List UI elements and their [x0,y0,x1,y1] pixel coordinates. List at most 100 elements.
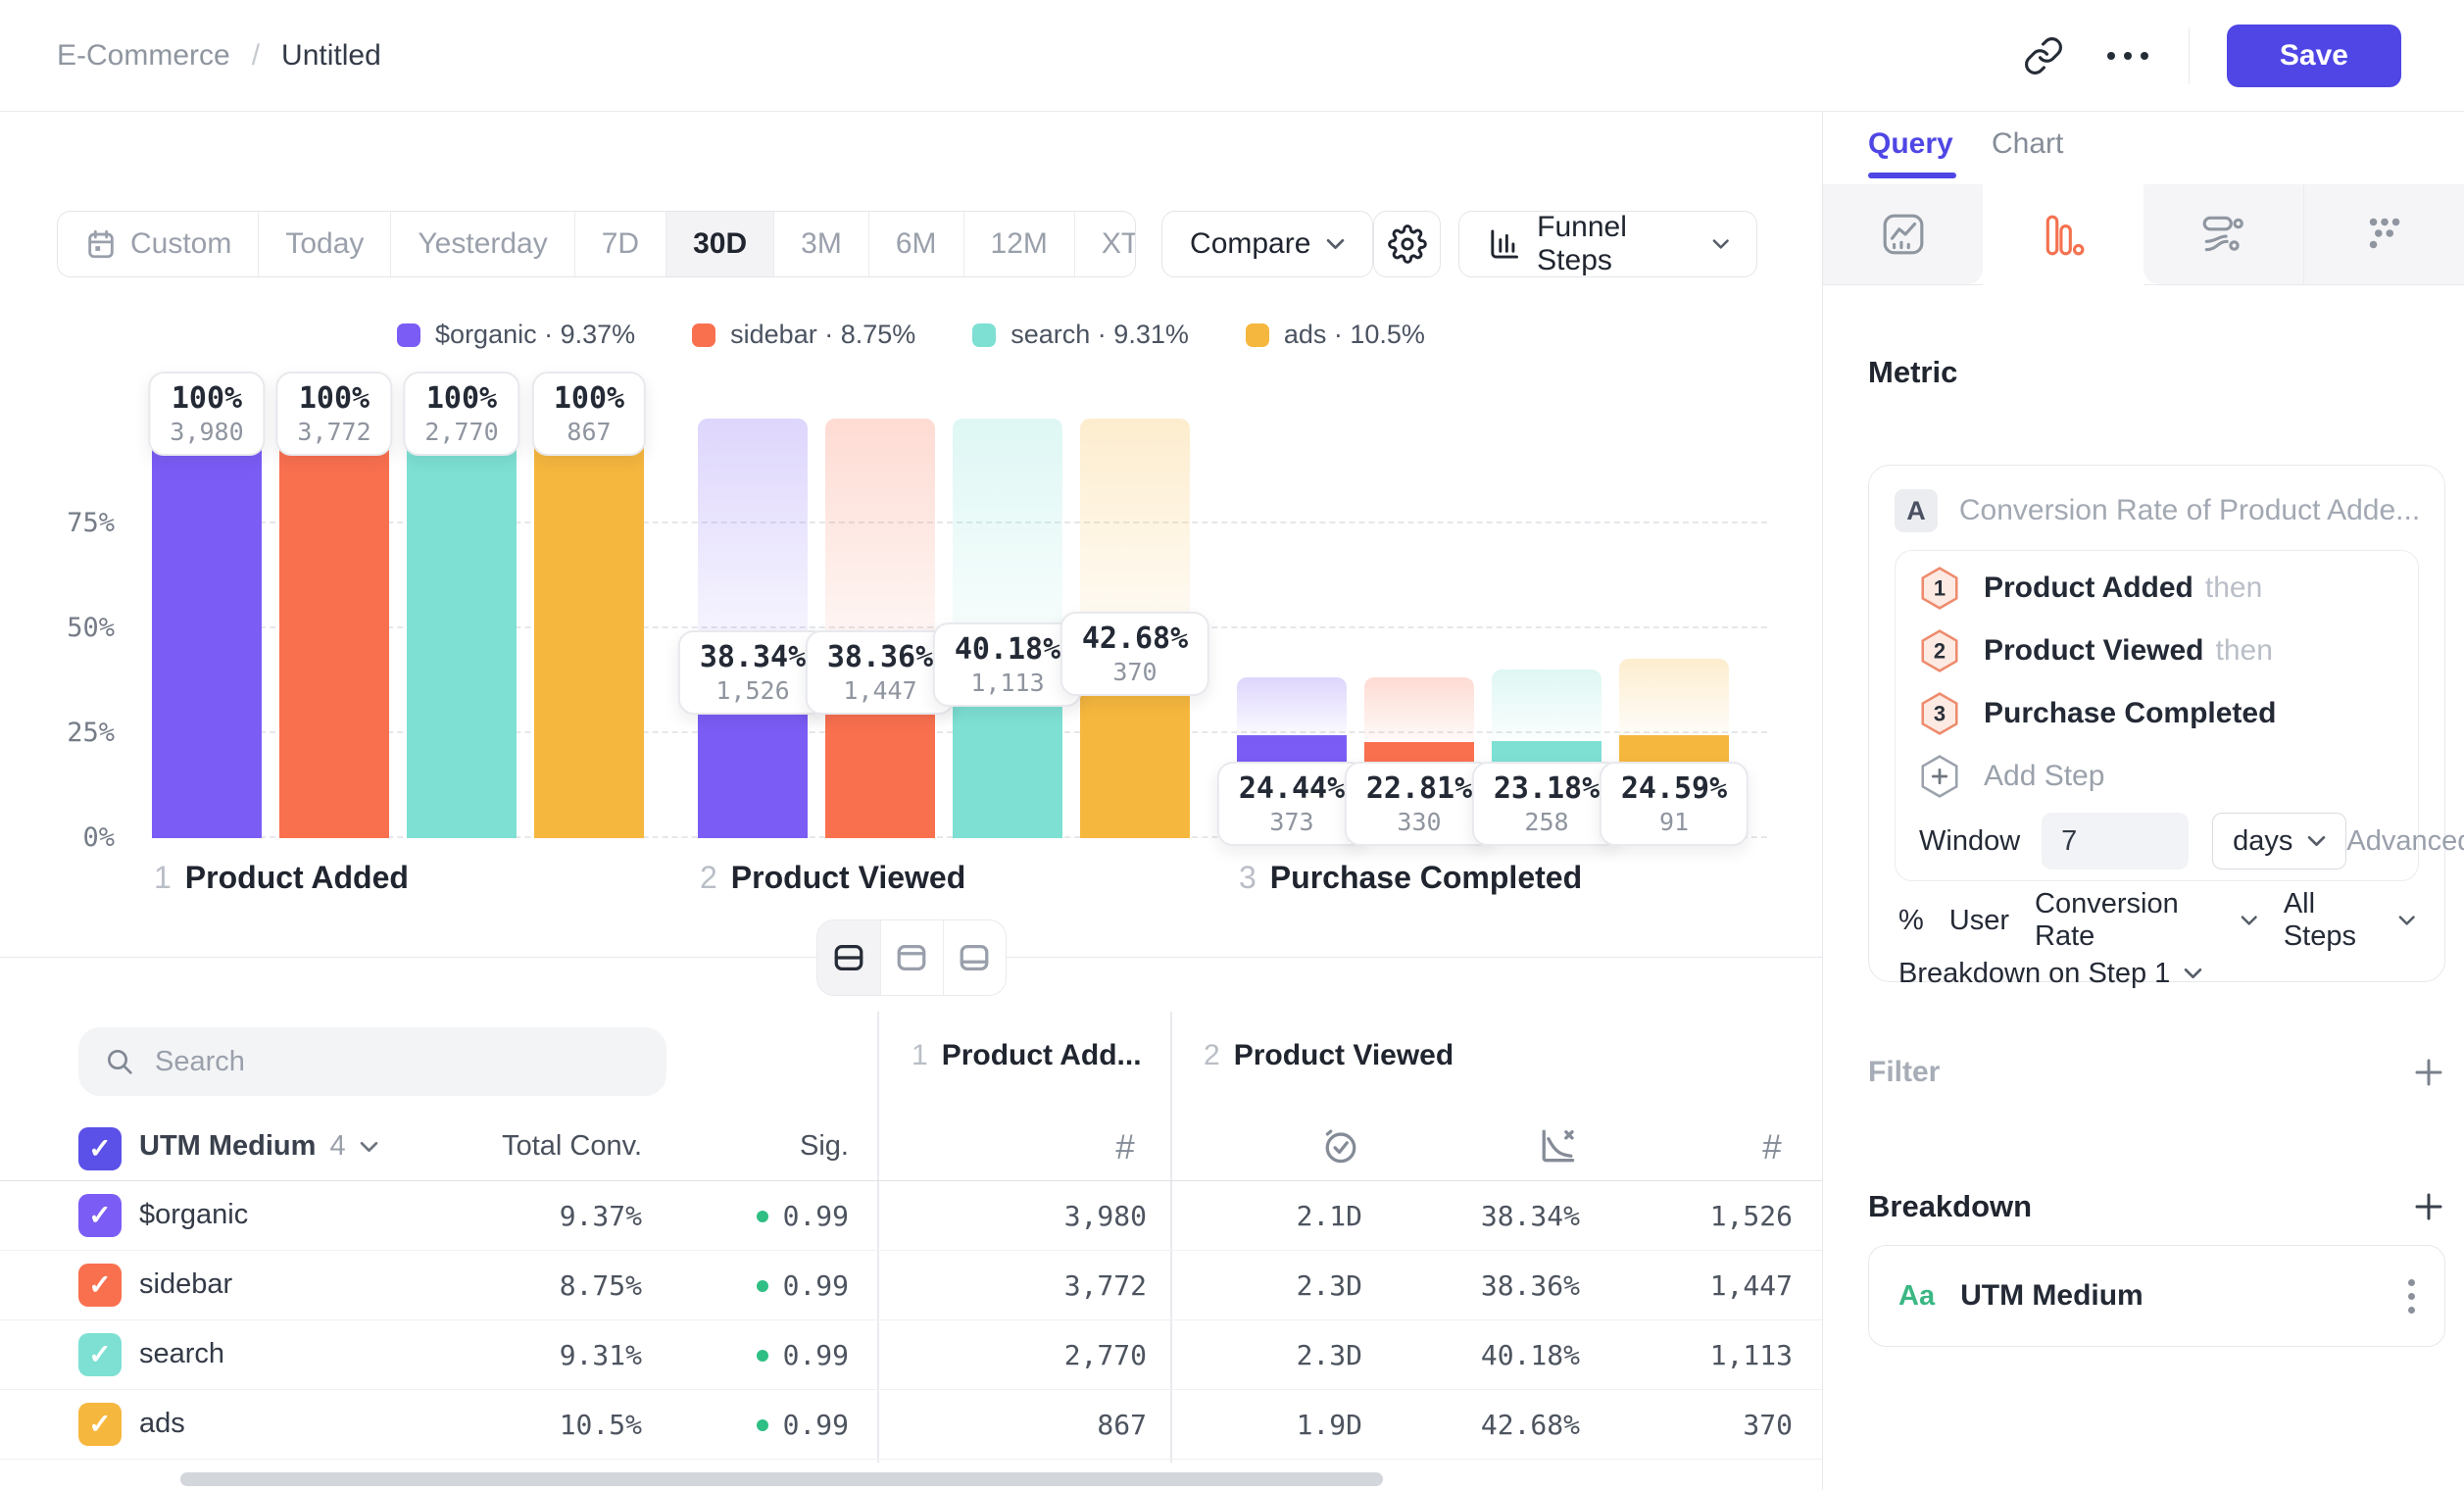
conversion-rate-toggle[interactable] [1508,1124,1606,1167]
metric-step-2[interactable]: 2Product Viewedthen [1896,620,2418,682]
table-row-sidebar[interactable]: ✓sidebar8.75%0.993,7722.3D38.36%1,447 [0,1251,1822,1320]
table-cell: 40.18% [1335,1339,1580,1371]
bar-sidebar-step1[interactable]: 100%3,772 [279,419,389,838]
table-cell: 2.1D [1117,1200,1362,1232]
sig-value: 0.99 [783,1409,849,1441]
time-to-convert-toggle[interactable] [1292,1124,1390,1167]
layout-chart-only-button[interactable] [880,920,943,995]
bar-pct-label: 38.36% [827,640,933,674]
date-range-today[interactable]: Today [258,212,390,276]
step-name: Product Added [185,860,409,895]
table-row-ads[interactable]: ✓ads10.5%0.998671.9D42.68%370 [0,1390,1822,1460]
metric-step-1[interactable]: 1Product Addedthen [1896,557,2418,620]
bar-ads-step1[interactable]: 100%867 [534,419,644,838]
bar-organic-step2[interactable]: 38.34%1,526 [698,419,808,838]
tab-chart[interactable]: Chart [1992,127,2063,161]
date-range-7d[interactable]: 7D [574,212,665,276]
select-all-checkbox[interactable]: ✓ [78,1127,122,1170]
more-options-button[interactable] [2104,32,2151,79]
bar-search-step1[interactable]: 100%2,770 [407,419,517,838]
add-breakdown-button[interactable] [2412,1190,2445,1223]
date-range-12m[interactable]: 12M [963,212,1074,276]
metric-step-3[interactable]: 3Purchase Completed [1896,682,2418,745]
compare-button[interactable]: Compare [1161,211,1373,277]
legend-item-ads[interactable]: ads · 10.5% [1246,320,1425,350]
date-range-6m[interactable]: 6M [868,212,963,276]
layout-split-button[interactable] [817,920,880,995]
breadcrumb-title[interactable]: Untitled [281,39,381,73]
bar-search-step3[interactable]: 23.18%258 [1492,419,1602,838]
measured-scope-label: All Steps [2284,888,2387,953]
search-input[interactable] [155,1046,641,1078]
table-cell: 3,980 [902,1200,1147,1232]
date-range-yesterday[interactable]: Yesterday [390,212,573,276]
breakdown-on-dropdown[interactable]: Breakdown on Step 1 [1895,948,2419,999]
bar-organic-step3[interactable]: 24.44%373 [1237,419,1347,838]
legend-swatch [1246,323,1269,347]
breakdown-property-card[interactable]: Aa UTM Medium [1868,1245,2445,1347]
bar-ads-step2[interactable]: 42.68%370 [1080,419,1190,838]
bar-sidebar-step3[interactable]: 22.81%330 [1364,419,1474,838]
add-filter-button[interactable] [2412,1056,2445,1089]
add-step-button[interactable]: Add Step [1896,745,2418,808]
breakdown-column-header[interactable]: UTM Medium 4 [139,1130,378,1163]
save-button[interactable]: Save [2227,25,2401,87]
table-row-search[interactable]: ✓search9.31%0.992,7702.3D40.18%1,113 [0,1320,1822,1390]
metric-label: Conversion Rate of Product Adde... [1959,494,2419,527]
column-group-label: Product Viewed [1234,1039,1454,1071]
bar-sidebar-step2[interactable]: 38.36%1,447 [825,419,935,838]
window-value-input[interactable] [2042,813,2189,869]
window-unit-select[interactable]: days [2212,813,2346,869]
count-metric-toggle[interactable]: # [1076,1124,1174,1171]
measured-scope-dropdown[interactable]: All Steps [2284,888,2415,953]
date-range-xtd[interactable]: XTD [1074,212,1136,276]
chart-type-flow[interactable] [2144,184,2303,284]
row-checkbox[interactable]: ✓ [78,1403,122,1446]
copy-link-button[interactable] [2020,32,2067,79]
row-checkbox[interactable]: ✓ [78,1264,122,1307]
layout-table-only-button[interactable] [943,920,1006,995]
count-metric-toggle[interactable]: # [1723,1124,1821,1171]
bar-count-label: 258 [1494,808,1600,836]
advanced-dropdown[interactable]: Advanced [2346,825,2464,858]
date-range-30d[interactable]: 30D [665,212,773,276]
bar-search-step2[interactable]: 40.18%1,113 [953,419,1062,838]
sig-header[interactable]: Sig. [653,1130,849,1163]
legend-item-sidebar[interactable]: sidebar · 8.75% [692,320,915,350]
date-range-custom[interactable]: Custom [58,212,258,276]
legend-item-organic[interactable]: $organic · 9.37% [397,320,635,350]
funnel-chart-icon [1487,225,1521,263]
row-checkbox[interactable]: ✓ [78,1194,122,1237]
table-row-organic[interactable]: ✓$organic9.37%0.993,9802.1D38.34%1,526 [0,1181,1822,1251]
breadcrumb-project[interactable]: E-Commerce [57,39,230,73]
chart-view-selector[interactable]: Funnel Steps [1458,211,1757,277]
date-range-3m[interactable]: 3M [773,212,868,276]
horizontal-scrollbar[interactable] [180,1472,1383,1486]
bar-pct-label: 24.44% [1239,771,1345,806]
chart-settings-button[interactable] [1373,211,1441,277]
bar-organic-step1[interactable]: 100%3,980 [152,419,262,838]
chevron-down-icon [2184,968,2202,979]
tab-query[interactable]: Query [1868,127,1953,161]
table-cell: 2.3D [1117,1269,1362,1302]
measured-metric-dropdown[interactable]: Conversion Rate [2035,888,2258,953]
chart-view-label: Funnel Steps [1537,211,1696,277]
table-cell: 38.34% [1335,1200,1580,1232]
chart-type-journeys[interactable] [2303,184,2464,284]
metric-label-row[interactable]: A Conversion Rate of Product Adde... [1895,487,2419,534]
column-group-step2[interactable]: 2Product Viewed [1204,1039,1454,1072]
chart-type-line[interactable] [1823,184,1983,284]
bar-ads-step3[interactable]: 24.59%91 [1619,419,1729,838]
top-bar: E-Commerce / Untitled Save [0,0,2464,112]
measured-entity[interactable]: User [1949,905,2009,937]
row-checkbox[interactable]: ✓ [78,1333,122,1376]
flow-icon [2200,212,2245,257]
chart-type-funnel[interactable] [1983,184,2143,285]
table-cell: 38.36% [1335,1269,1580,1302]
funnel-bars-icon [2041,213,2086,258]
legend-item-search[interactable]: search · 9.31% [972,320,1189,350]
column-group-step1[interactable]: 1Product Add... [912,1039,1142,1072]
bar-value-tooltip: 100%2,770 [403,372,519,456]
kebab-menu-icon[interactable] [2408,1279,2415,1314]
total-conv-header[interactable]: Total Conv. [446,1130,642,1163]
